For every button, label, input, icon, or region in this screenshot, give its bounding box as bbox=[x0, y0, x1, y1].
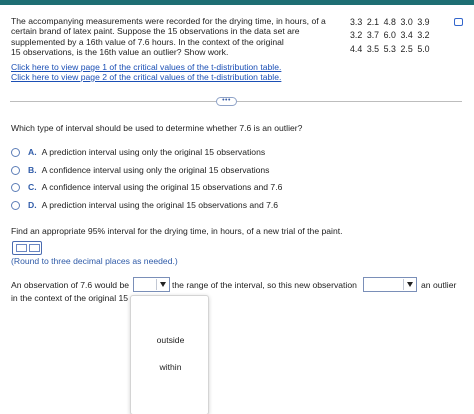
copy-data-icon[interactable] bbox=[454, 18, 463, 26]
data-row: 3.3 2.1 4.8 3.0 3.9 bbox=[350, 16, 434, 29]
chevron-down-icon bbox=[407, 282, 413, 287]
data-cell: 6.0 bbox=[383, 30, 396, 41]
select-dropdown-menu: outside within bbox=[130, 295, 209, 414]
more-options-button[interactable]: ••• bbox=[216, 97, 237, 106]
problem-line-4: 15 observations, is the 16th value an ou… bbox=[11, 47, 229, 58]
problem-line-3: supplemented by a 16th value of 7.6 hour… bbox=[11, 36, 284, 47]
data-cell: 4.4 bbox=[350, 43, 363, 54]
data-cell: 5.0 bbox=[417, 43, 430, 54]
data-cell: 3.9 bbox=[417, 17, 430, 27]
data-cell: 4.8 bbox=[383, 17, 396, 27]
select-separator bbox=[156, 279, 157, 290]
data-set-table: 3.3 2.1 4.8 3.0 3.9 3.2 3.7 6.0 3.4 3.2 … bbox=[350, 16, 434, 56]
option-text: A prediction interval using the original… bbox=[41, 200, 279, 210]
option-c[interactable]: C. A confidence interval using the origi… bbox=[11, 181, 282, 193]
dropdown-option-outside[interactable]: outside bbox=[131, 335, 210, 345]
data-cell: 5.3 bbox=[383, 43, 396, 54]
radio-button[interactable] bbox=[11, 165, 20, 175]
data-cell: 3.4 bbox=[400, 30, 413, 41]
conclusion-text-2: the range of the interval, so this new o… bbox=[172, 280, 357, 290]
t-table-page1-link[interactable]: Click here to view page 1 of the critica… bbox=[11, 62, 281, 72]
radio-button[interactable] bbox=[11, 182, 20, 192]
option-text: A confidence interval using only the ori… bbox=[41, 165, 270, 175]
option-text: A prediction interval using only the ori… bbox=[41, 147, 266, 157]
t-table-page2-link[interactable]: Click here to view page 2 of the critica… bbox=[11, 72, 281, 82]
option-d[interactable]: D. A prediction interval using the origi… bbox=[11, 199, 278, 211]
option-text: A confidence interval using the original… bbox=[41, 182, 283, 192]
interval-prompt: Find an appropriate 95% interval for the… bbox=[11, 226, 343, 236]
conclusion-text-3: an outlier bbox=[421, 280, 457, 290]
option-letter: D. bbox=[28, 200, 37, 210]
data-cell: 3.5 bbox=[366, 43, 380, 54]
data-cell: 3.0 bbox=[400, 17, 413, 27]
interval-lower-field[interactable] bbox=[16, 244, 27, 252]
conclusion-text-4: in the context of the original 15 c bbox=[11, 293, 135, 303]
data-cell: 2.5 bbox=[400, 43, 413, 54]
data-cell: 3.3 bbox=[350, 17, 363, 27]
is-outlier-select[interactable] bbox=[363, 277, 417, 292]
select-separator bbox=[403, 279, 404, 290]
option-letter: C. bbox=[28, 182, 37, 192]
option-a[interactable]: A. A prediction interval using only the … bbox=[11, 146, 265, 158]
problem-statement: The accompanying measurements were recor… bbox=[11, 16, 336, 58]
within-outside-select[interactable] bbox=[133, 277, 170, 292]
problem-line-2: certain brand of latex paint. Suppose th… bbox=[11, 26, 300, 37]
data-cell: 3.2 bbox=[350, 30, 363, 41]
dropdown-option-within[interactable]: within bbox=[131, 362, 210, 372]
problem-line-1: The accompanying measurements were recor… bbox=[11, 16, 326, 26]
option-b[interactable]: B. A confidence interval using only the … bbox=[11, 164, 269, 176]
data-cell: 3.7 bbox=[366, 30, 380, 41]
question-text: Which type of interval should be used to… bbox=[11, 123, 303, 133]
data-row: 4.4 3.5 5.3 2.5 5.0 bbox=[350, 43, 434, 56]
rounding-note: (Round to three decimal places as needed… bbox=[11, 256, 178, 266]
interval-answer-input[interactable] bbox=[12, 241, 42, 255]
chevron-down-icon bbox=[160, 282, 166, 287]
conclusion-text-1: An observation of 7.6 would be bbox=[11, 280, 130, 290]
option-letter: B. bbox=[28, 165, 37, 175]
option-letter: A. bbox=[28, 147, 37, 157]
top-accent-bar bbox=[0, 0, 474, 5]
data-cell: 3.2 bbox=[417, 30, 430, 41]
data-cell: 2.1 bbox=[366, 17, 380, 27]
interval-upper-field[interactable] bbox=[29, 244, 40, 252]
data-row: 3.2 3.7 6.0 3.4 3.2 bbox=[350, 29, 434, 42]
radio-button[interactable] bbox=[11, 147, 20, 157]
radio-button[interactable] bbox=[11, 200, 20, 210]
